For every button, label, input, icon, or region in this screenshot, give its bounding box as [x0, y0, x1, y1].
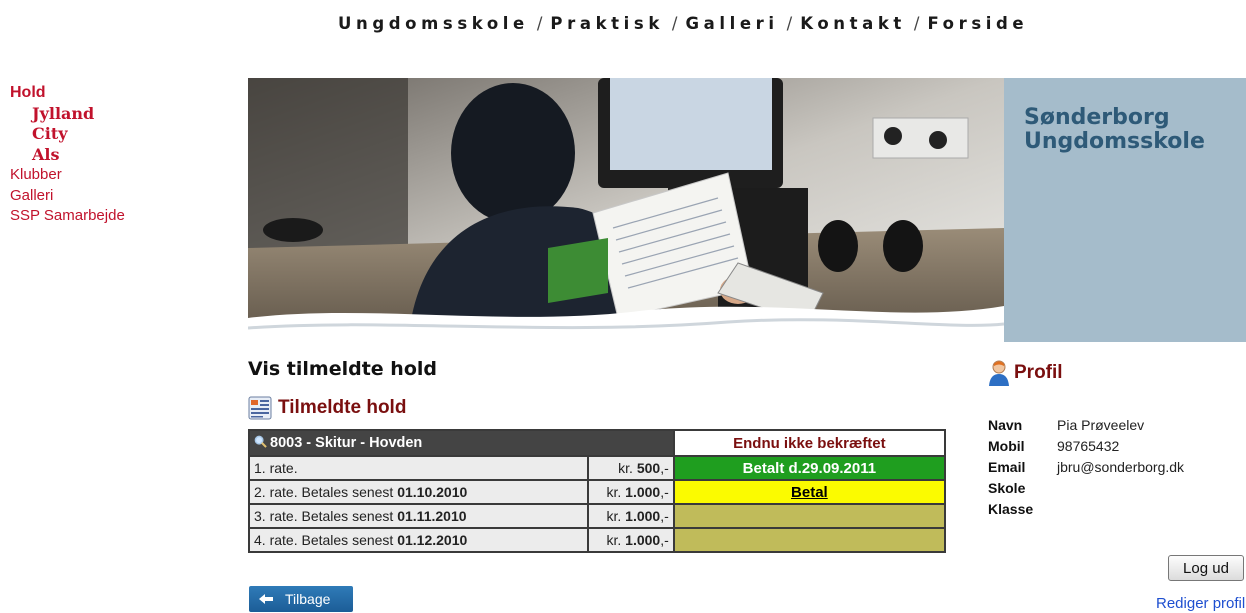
amount-suffix: ,- — [660, 484, 669, 500]
magnifier-icon — [254, 435, 267, 448]
page-title: Vis tilmeldte hold — [248, 358, 437, 380]
amount-suffix: ,- — [660, 532, 669, 548]
due-prefix: Betales senest — [297, 484, 398, 500]
payment-status-pending — [672, 527, 947, 553]
installment-number: 2. rate. — [254, 484, 298, 500]
amount-value: 1.000 — [625, 508, 661, 524]
sidenav-galleri[interactable]: Galleri — [10, 186, 125, 207]
installment-amount: kr. 1.000,- — [586, 479, 675, 505]
due-date: 01.12.2010 — [397, 532, 468, 548]
installment-label: 3. rate. Betales senest 01.11.2010 — [248, 503, 589, 529]
brand-line-2: Ungdomsskole — [1024, 129, 1205, 154]
sidenav-hold[interactable]: Hold — [10, 83, 125, 104]
installment-label: 2. rate. Betales senest 01.10.2010 — [248, 479, 589, 505]
due-date: 01.10.2010 — [397, 484, 468, 500]
currency: kr. — [606, 508, 626, 524]
list-document-icon — [248, 396, 272, 420]
profile-key: Klasse — [988, 501, 1034, 517]
user-icon — [989, 360, 1009, 386]
due-date: 01.11.2010 — [397, 508, 467, 524]
amount-value: 1.000 — [625, 532, 661, 548]
section-title: Tilmeldte hold — [278, 397, 407, 418]
brand-line-1: Sønderborg — [1024, 105, 1170, 130]
installment-label: 1. rate. — [248, 455, 589, 481]
installment-row: 4. rate. Betales senest 01.12.2010 kr. 1… — [248, 527, 947, 553]
due-prefix: Betales senest — [297, 532, 398, 548]
installment-number: 3. rate. — [254, 508, 298, 524]
team-name: 8003 - Skitur - Hovden — [270, 435, 423, 451]
installment-amount: kr. 1.000,- — [586, 527, 675, 553]
team-status: Endnu ikke bekræftet — [672, 429, 947, 457]
sidenav-klubber[interactable]: Klubber — [10, 165, 125, 186]
brand-name: Sønderborg Ungdomsskole — [1024, 106, 1205, 154]
arrow-left-icon — [259, 594, 273, 604]
registered-teams-table: 8003 - Skitur - Hovden Endnu ikke bekræf… — [248, 429, 947, 553]
installment-row: 3. rate. Betales senest 01.11.2010 kr. 1… — [248, 503, 947, 529]
nav-separator: / — [671, 14, 678, 33]
profile-row: Klasse — [988, 499, 1184, 520]
installment-number: 1. rate. — [254, 460, 298, 476]
student-at-computer-illustration — [248, 78, 1004, 342]
sidenav-als[interactable]: Als — [10, 145, 125, 166]
profile-info: Navn Pia Prøveelev Mobil 98765432 Email jbr… — [988, 415, 1184, 520]
team-header-row: 8003 - Skitur - Hovden Endnu ikke bekræf… — [248, 429, 947, 457]
installment-row: 1. rate. kr. 500,- Betalt d.29.09.2011 — [248, 455, 947, 481]
profile-key: Skole — [988, 480, 1026, 496]
profile-heading: Profil — [988, 360, 1063, 386]
profile-row: Navn Pia Prøveelev — [988, 415, 1184, 436]
currency: kr. — [606, 484, 626, 500]
currency: kr. — [618, 460, 637, 476]
amount-value: 1.000 — [625, 484, 661, 500]
banner-photo — [248, 78, 1004, 342]
installment-number: 4. rate. — [254, 532, 298, 548]
pay-link[interactable]: Betal — [791, 484, 828, 501]
profile-title: Profil — [1014, 362, 1063, 383]
payment-status-pending — [672, 503, 947, 529]
header-banner: Sønderborg Ungdomsskole — [248, 78, 1246, 342]
profile-key: Mobil — [988, 438, 1025, 454]
nav-separator: / — [913, 14, 920, 33]
profile-row: Skole — [988, 478, 1184, 499]
section-heading: Tilmeldte hold — [248, 396, 406, 420]
profile-value: 98765432 — [1057, 438, 1120, 454]
installment-row: 2. rate. Betales senest 01.10.2010 kr. 1… — [248, 479, 947, 505]
team-name-cell: 8003 - Skitur - Hovden — [248, 429, 675, 457]
back-button-label: Tilbage — [285, 591, 331, 607]
nav-kontakt[interactable]: Kontakt — [800, 14, 906, 33]
sidenav-city[interactable]: City — [10, 124, 125, 145]
amount-suffix: ,- — [660, 508, 669, 524]
profile-value: Pia Prøveelev — [1057, 417, 1145, 433]
profile-row: Mobil 98765432 — [988, 436, 1184, 457]
nav-praktisk[interactable]: Praktisk — [550, 14, 663, 33]
amount-value: 500 — [636, 460, 661, 476]
sidenav-jylland[interactable]: Jylland — [10, 104, 125, 125]
profile-panel: Profil — [988, 360, 1063, 386]
brand-panel: Sønderborg Ungdomsskole — [1004, 78, 1246, 342]
top-navigation: Ungdomsskole / Praktisk / Galleri / Kontakt / Fo… — [338, 14, 1028, 33]
installment-amount: kr. 500,- — [586, 455, 675, 481]
nav-galleri[interactable]: Galleri — [685, 14, 778, 33]
nav-separator: / — [786, 14, 793, 33]
side-navigation: Hold Jylland City Als Klubber Galleri SS… — [10, 83, 125, 227]
nav-ungdomsskole[interactable]: Ungdomsskole — [338, 14, 529, 33]
profile-key: Email — [988, 459, 1026, 475]
installment-label: 4. rate. Betales senest 01.12.2010 — [248, 527, 589, 553]
profile-row: Email jbru@sonderborg.dk — [988, 457, 1184, 478]
payment-status-pay: Betal — [672, 479, 947, 505]
profile-key: Navn — [988, 417, 1023, 433]
due-prefix: Betales senest — [297, 508, 398, 524]
profile-value: jbru@sonderborg.dk — [1057, 459, 1185, 475]
logout-button[interactable]: Log ud — [1168, 555, 1244, 581]
nav-separator: / — [536, 14, 543, 33]
amount-suffix: ,- — [660, 460, 669, 476]
edit-profile-link[interactable]: Rediger profil — [1156, 595, 1245, 612]
sidenav-ssp-samarbejde[interactable]: SSP Samarbejde — [10, 206, 125, 227]
nav-forside[interactable]: Forside — [927, 14, 1028, 33]
back-button[interactable]: Tilbage — [249, 586, 353, 612]
installment-amount: kr. 1.000,- — [586, 503, 675, 529]
currency: kr. — [606, 532, 626, 548]
payment-status-paid: Betalt d.29.09.2011 — [672, 455, 947, 481]
